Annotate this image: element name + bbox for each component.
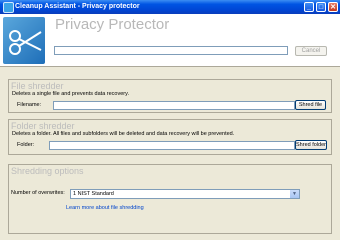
folder-input[interactable] — [49, 141, 295, 150]
title-bar: Cleanup Assistant - Privacy protector _ … — [0, 0, 340, 14]
scissors-icon — [3, 17, 45, 64]
overwrites-select[interactable]: 1 NIST Standard ▼ — [70, 189, 300, 199]
shredding-options-group: Shredding options Number of overwrites: … — [8, 164, 332, 234]
file-shredder-title: File shredder — [11, 81, 64, 91]
header: Privacy Protector Cancel — [0, 14, 340, 67]
filename-input[interactable] — [53, 101, 295, 110]
window-title: Cleanup Assistant - Privacy protector — [15, 3, 140, 10]
shred-folder-button[interactable]: Shred folder — [295, 140, 327, 150]
file-shredder-description: Deletes a single file and prevents data … — [12, 91, 129, 97]
page-title: Privacy Protector — [55, 16, 170, 33]
folder-shredder-description: Deletes a folder. All files and subfolde… — [12, 131, 235, 137]
folder-label: Folder: — [17, 142, 35, 148]
overwrites-value: 1 NIST Standard — [73, 191, 114, 197]
close-button[interactable]: ✕ — [328, 2, 338, 12]
learn-more-link[interactable]: Learn more about file shredding — [66, 205, 144, 211]
file-shredder-group: File shredder Deletes a single file and … — [8, 79, 332, 113]
path-field[interactable] — [54, 46, 288, 55]
minimize-button[interactable]: _ — [304, 2, 314, 12]
folder-shredder-group: Folder shredder Deletes a folder. All fi… — [8, 119, 332, 155]
folder-shredder-title: Folder shredder — [11, 121, 75, 131]
maximize-button[interactable]: □ — [316, 2, 326, 12]
overwrites-label: Number of overwrites: — [11, 190, 65, 196]
shred-file-button[interactable]: Shred file — [295, 100, 326, 110]
chevron-down-icon[interactable]: ▼ — [290, 190, 299, 198]
filename-label: Filename: — [17, 102, 42, 108]
cancel-button[interactable]: Cancel — [295, 46, 327, 56]
app-icon — [3, 2, 14, 13]
shredding-options-title: Shredding options — [11, 166, 84, 176]
